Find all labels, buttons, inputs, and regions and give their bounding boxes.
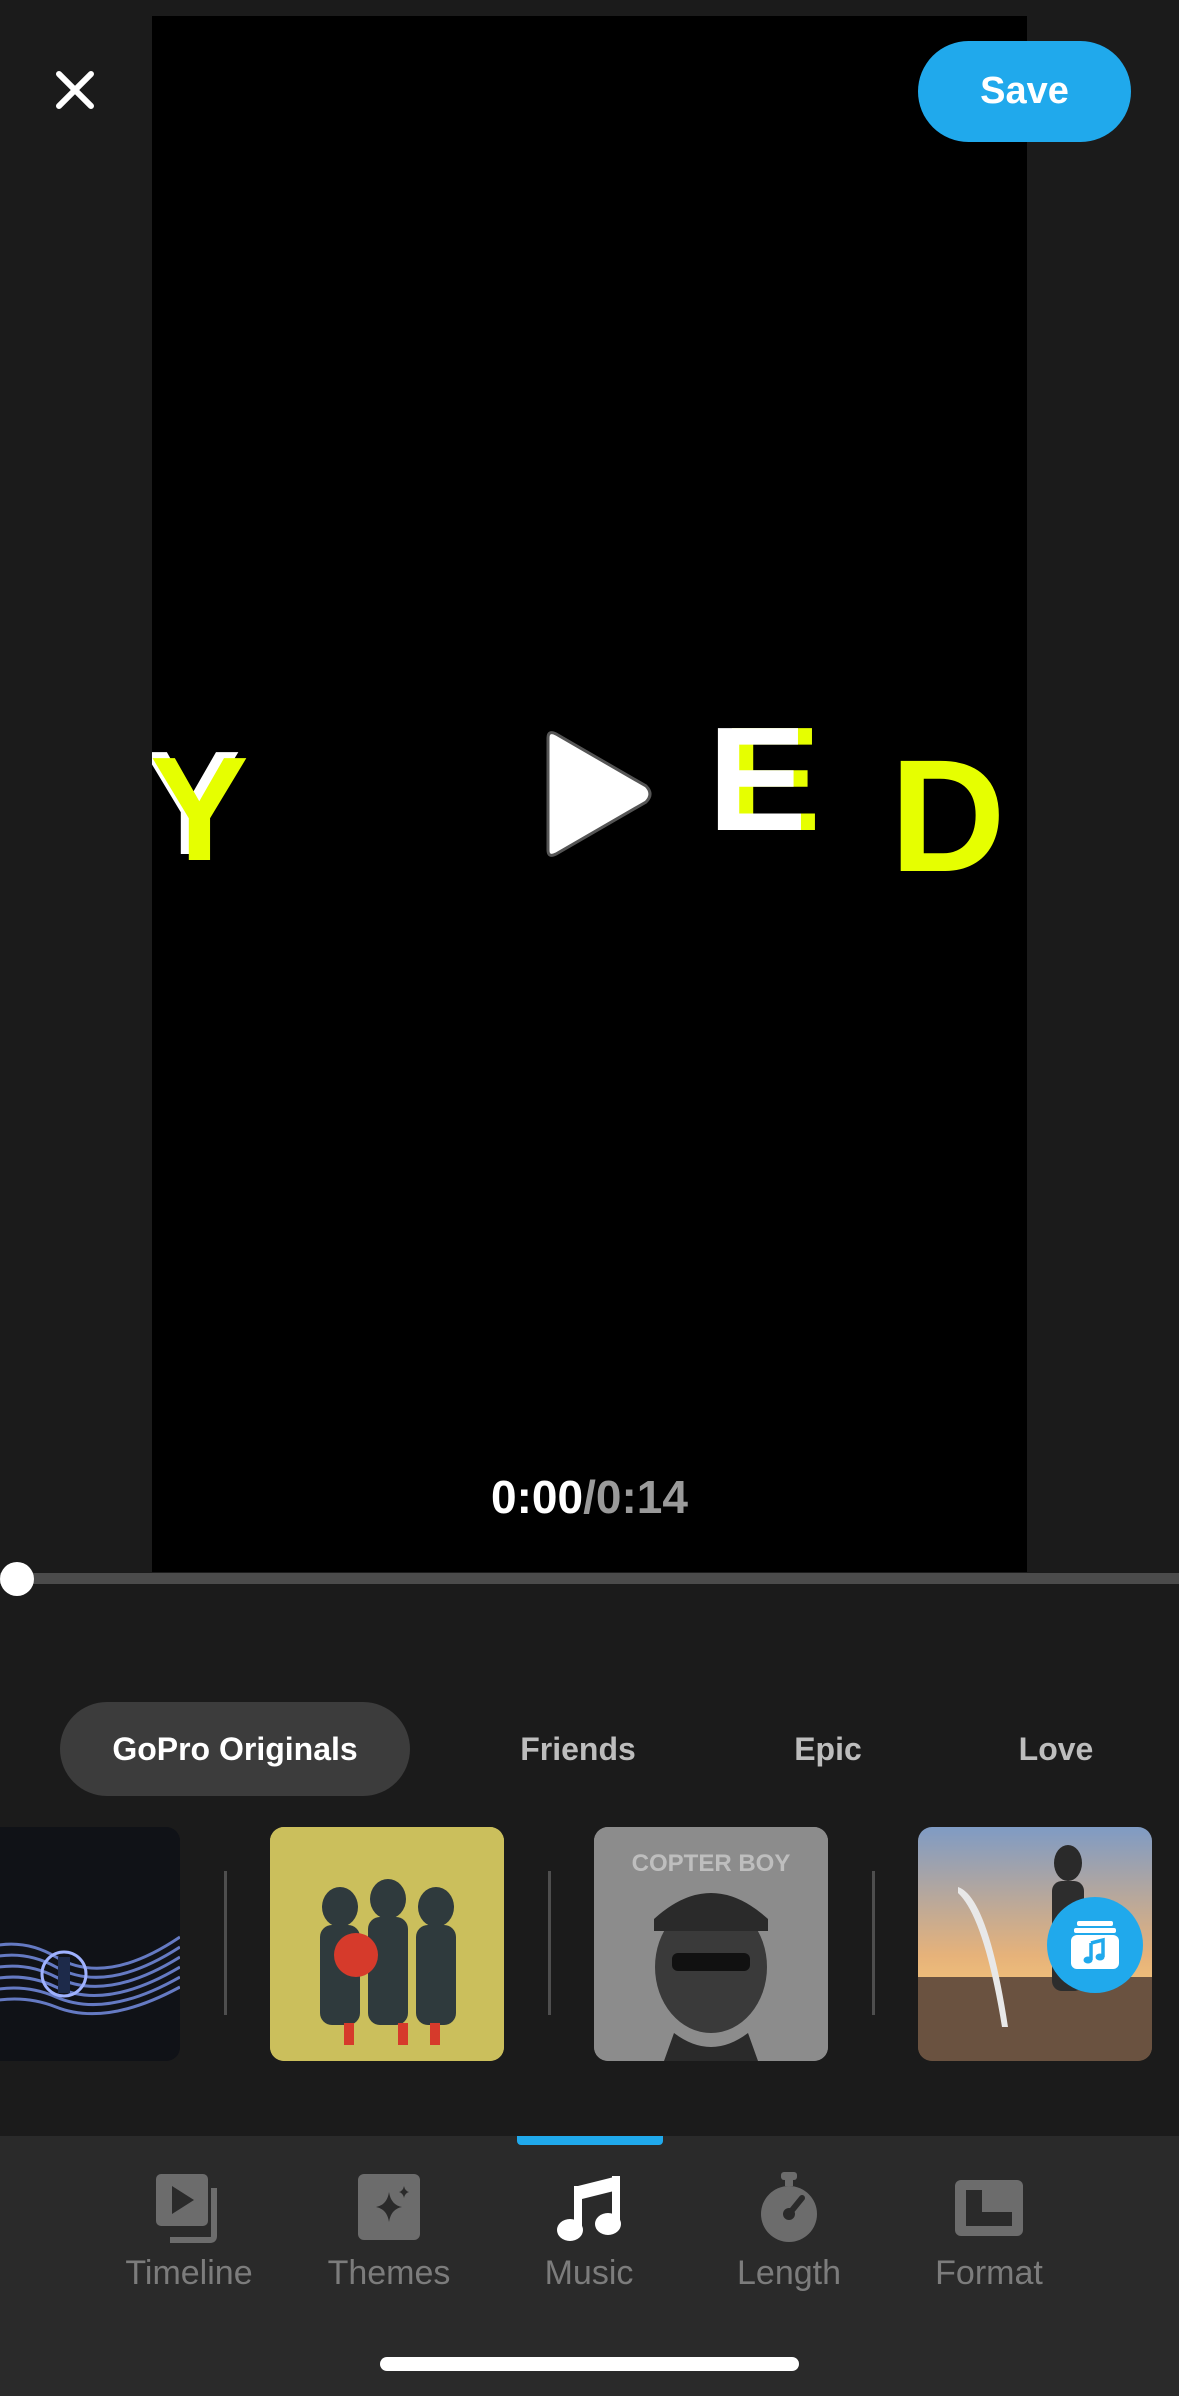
stopwatch-icon [761,2172,817,2242]
close-button[interactable] [50,65,100,115]
tab-music[interactable]: Music [499,2170,679,2293]
tab-themes[interactable]: Themes [299,2170,479,2293]
divider [548,1871,551,2015]
tab-length[interactable]: Length [699,2170,879,2293]
play-icon [546,731,652,857]
tab-label: Timeline [125,2254,253,2292]
category-love[interactable]: Love [986,1702,1126,1796]
divider [872,1871,875,2015]
album-art-light-waves [0,1827,180,2061]
tab-format[interactable]: Format [899,2170,1079,2293]
active-tab-indicator [517,2136,663,2145]
scrubber-track[interactable] [0,1573,1179,1584]
timeline-icon [156,2174,217,2243]
track-thumbnail[interactable]: COPTER BOY [594,1827,828,2061]
close-icon [56,71,94,109]
themes-icon [358,2174,420,2240]
title-letter-e: E [708,697,807,862]
music-categories: GoPro Originals Friends Epic Love [0,1702,1179,1796]
tab-label: Themes [327,2254,451,2292]
album-art-title: COPTER BOY [632,1850,791,1877]
time-separator: / [583,1471,596,1523]
category-gopro-originals[interactable]: GoPro Originals [60,1702,410,1796]
tab-label: Music [544,2254,634,2292]
album-art-portrait: COPTER BOY [594,1827,828,2061]
tab-label: Length [737,2254,841,2292]
track-thumbnail[interactable] [0,1827,180,2061]
track-thumbnail[interactable] [270,1827,504,2061]
music-note-icon [557,2176,621,2241]
title-letter-y: Y [152,727,249,892]
category-friends[interactable]: Friends [498,1702,658,1796]
home-indicator [380,2357,799,2371]
music-track-list: COPTER BOY [0,1827,1179,2062]
category-epic[interactable]: Epic [758,1702,898,1796]
divider [224,1871,227,2015]
tab-label: Format [935,2254,1043,2292]
format-icon [955,2180,1023,2236]
time-total: 0:14 [595,1471,688,1523]
tab-timeline[interactable]: Timeline [99,2170,279,2293]
save-button[interactable]: Save [918,41,1131,142]
music-library-icon [1071,1921,1119,1969]
scrubber-handle[interactable] [0,1562,34,1596]
play-button[interactable] [540,728,656,861]
time-current: 0:00 [491,1471,584,1523]
music-library-button[interactable] [1047,1897,1143,1993]
album-art-three-figures [270,1827,504,2061]
title-letter-d: D [890,726,1006,905]
timecode: 0:00/0:14 [0,1470,1179,1524]
